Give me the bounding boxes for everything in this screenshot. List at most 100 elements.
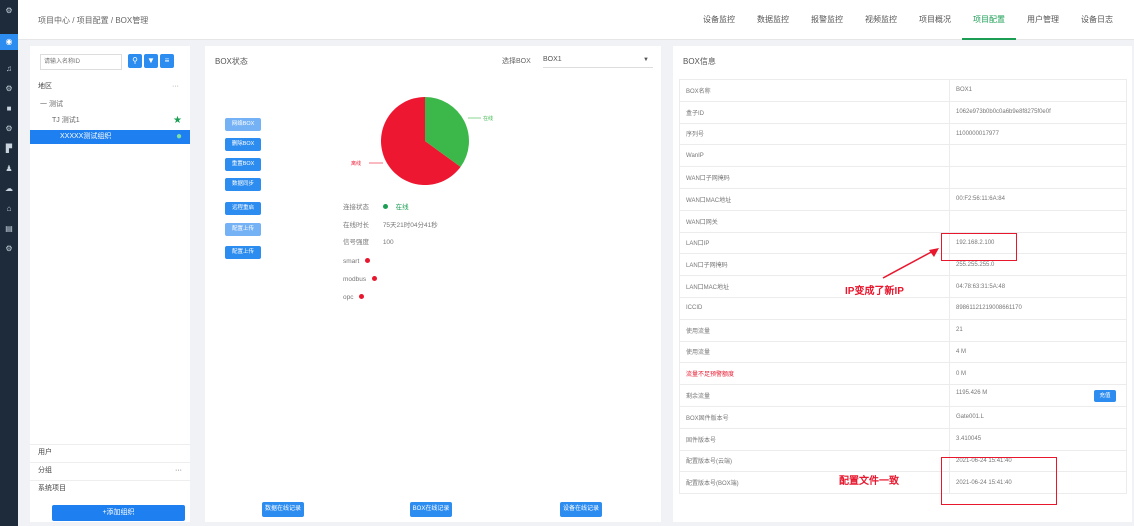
panel-title: BOX状态 [215, 57, 248, 66]
box-status-panel: BOX状态 选择BOX BOX1 ▼ 网络BOX 删除BOX 重置BOX 数据同… [205, 46, 661, 522]
box-online-record-button[interactable]: BOX在线记录 [410, 502, 452, 517]
nav-tabs: 设备监控 数据监控 报警监控 视频监控 项目概况 项目配置 用户管理 设备日志 [692, 0, 1124, 40]
system-project-section[interactable]: 系统项目 [30, 480, 190, 496]
tree-item-test1[interactable]: TJ 测试1 ★ [30, 114, 190, 128]
recharge-button[interactable]: 充值 [1094, 389, 1116, 402]
box-select-label: 选择BOX [502, 58, 531, 65]
tab-project-overview[interactable]: 项目概况 [908, 0, 962, 40]
search-icon[interactable]: ⚲ [128, 54, 142, 68]
group-section[interactable]: 分组 ··· [30, 462, 190, 478]
wrench-icon[interactable]: ⌂ [4, 204, 14, 214]
network-box-button[interactable]: 网络BOX [225, 118, 261, 131]
tree-item-selected[interactable]: XXXXX测试组织 ● [30, 130, 190, 144]
config-upload-button[interactable]: 配置上传 [225, 223, 261, 236]
row-value-text: 0 M [956, 370, 967, 377]
tree-item-label: TJ 测试1 [52, 117, 80, 124]
breadcrumb: 项目中心 / 项目配置 / BOX管理 [38, 16, 149, 25]
row-value [949, 209, 1127, 233]
row-value: 0 M [949, 362, 1127, 386]
tab-video-monitor[interactable]: 视频监控 [854, 0, 908, 40]
status-label: opc [343, 294, 354, 301]
table-row: 使用流量 4 M [679, 340, 1127, 364]
highlight-config-version [941, 457, 1057, 505]
add-org-button[interactable]: +添加组织 [52, 505, 185, 521]
row-value: 89861121219008661170 [949, 296, 1127, 320]
icon-sidebar: ⚙ ◉ ♫ ⚙ ■ ⚙ ▛ ♟ ☁ ⌂ ▤ ⚙ [0, 0, 18, 526]
table-row: 使用流量 21 [679, 318, 1127, 342]
row-value [949, 144, 1127, 168]
table-row: WAN口MAC地址 00:F2:56:11:6A:84 [679, 187, 1127, 211]
remote-restart-button[interactable]: 远程重启 [225, 202, 261, 215]
row-value: 1195.426 M 充值 [949, 384, 1127, 407]
row-value-text: BOX1 [956, 87, 973, 94]
status-label: 在线时长 [343, 222, 369, 229]
table-row: WAN口网关 [679, 209, 1127, 233]
status-value: 100 [382, 239, 394, 246]
row-value-text: 4 M [956, 348, 967, 355]
menu-icon[interactable]: ≡ [160, 54, 174, 68]
status-row-duration: 在线时长 75天21时04分41秒 [343, 220, 438, 232]
list-icon[interactable]: ▤ [4, 224, 14, 234]
data-sync-button[interactable]: 数据同步 [225, 178, 261, 191]
search-row: ⚲ ▼ ≡ [40, 54, 190, 70]
box-select[interactable]: BOX1 ▼ [543, 52, 653, 68]
grid-icon[interactable]: ⚙ [4, 84, 14, 94]
table-row: BOX名称 BOX1 [679, 79, 1127, 102]
row-key: 使用流量 [679, 318, 950, 342]
filter-icon[interactable]: ▼ [144, 54, 158, 68]
data-online-record-button[interactable]: 数据在线记录 [262, 502, 304, 517]
more-icon[interactable]: ··· [175, 463, 182, 479]
tab-project-config[interactable]: 项目配置 [962, 0, 1016, 40]
tree-item-root[interactable]: 一 测试 [30, 98, 190, 112]
row-value: BOX1 [949, 79, 1127, 102]
box-select-value: BOX1 [543, 56, 562, 63]
row-value-text: 3.410045 [956, 436, 982, 443]
row-value-text: 21 [956, 327, 963, 334]
group-section-label: 分组 [38, 467, 52, 474]
row-key: BOX名称 [679, 79, 950, 102]
group-header[interactable]: 地区 ··· [38, 80, 183, 94]
delete-box-button[interactable]: 删除BOX [225, 138, 261, 151]
online-pie-chart: 在线 离线 [351, 97, 493, 185]
tab-user-manage[interactable]: 用户管理 [1016, 0, 1070, 40]
flag-icon[interactable]: ▛ [4, 144, 14, 154]
search-input[interactable] [40, 54, 122, 70]
table-row: 盒子ID 1062e973b0b0c0a6b9e8f8275f0e0f [679, 100, 1127, 124]
cloud-icon[interactable]: ☁ [4, 184, 14, 194]
row-key: WAN口网关 [679, 209, 950, 233]
table-row: 序列号 1100000017977 [679, 122, 1127, 146]
table-row: 剩余流量 1195.426 M 充值 [679, 384, 1127, 407]
row-key: 盒子ID [679, 100, 950, 124]
tab-alarm-monitor[interactable]: 报警监控 [800, 0, 854, 40]
row-value: 1100000017977 [949, 122, 1127, 146]
table-row: WAN口子网掩码 [679, 166, 1127, 189]
monitor-icon[interactable]: ■ [4, 104, 14, 114]
status-row-signal: 信号强度 100 [343, 237, 394, 249]
more-icon[interactable]: ··· [172, 80, 179, 94]
row-key: ICCID [679, 296, 950, 320]
org-panel: ⚲ ▼ ≡ 地区 ··· 一 测试 TJ 测试1 ★ XXXXX测试组织 ● 用… [30, 46, 190, 522]
tab-device-log[interactable]: 设备日志 [1070, 0, 1124, 40]
star-icon[interactable]: ★ [173, 114, 182, 128]
device-online-record-button[interactable]: 设备在线记录 [560, 502, 602, 517]
bell-icon[interactable]: ♫ [4, 64, 14, 74]
reset-box-button[interactable]: 重置BOX [225, 158, 261, 171]
tab-device-monitor[interactable]: 设备监控 [692, 0, 746, 40]
config-upload-button-2[interactable]: 配置上传 [225, 246, 261, 259]
home-icon[interactable]: ◉ [0, 34, 18, 50]
table-row: 配置版本号(云端) 2021-06-24 15:41:40 [679, 449, 1127, 473]
settings-icon[interactable]: ⚙ [4, 244, 14, 254]
user-icon[interactable]: ♟ [4, 164, 14, 174]
tab-data-monitor[interactable]: 数据监控 [746, 0, 800, 40]
database-icon[interactable]: ⚙ [4, 124, 14, 134]
user-section[interactable]: 用户 [30, 444, 190, 460]
status-label: 连接状态 [343, 204, 369, 211]
status-row-connection: 连接状态 在线 [343, 202, 409, 214]
row-value-text: 1100000017977 [956, 130, 999, 137]
row-value: 21 [949, 318, 1127, 342]
table-row: ICCID 89861121219008661170 [679, 296, 1127, 320]
row-key: WAN口MAC地址 [679, 187, 950, 211]
row-key: 配置版本号(云端) [679, 449, 950, 473]
table-row: WanIP [679, 144, 1127, 168]
gear-icon[interactable]: ⚙ [4, 6, 14, 16]
